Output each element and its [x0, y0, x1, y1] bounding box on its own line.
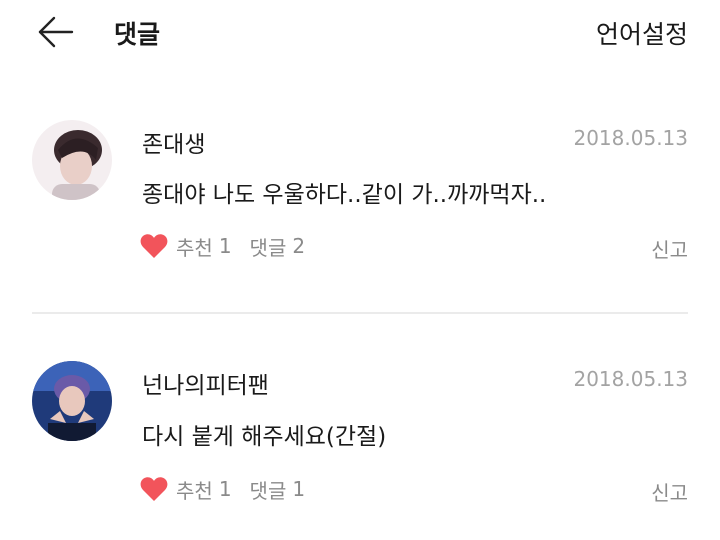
reply-button[interactable]: 댓글: [250, 475, 287, 504]
heart-icon[interactable]: [140, 476, 168, 502]
comment-item: 넌나의피터팬 2018.05.13 다시 붙게 해주세요(간절) 추천 1 댓글…: [0, 0, 720, 505]
like-label[interactable]: 추천: [176, 475, 213, 504]
comment-actions: 추천 1 댓글 1: [140, 474, 305, 504]
comment-date: 2018.05.13: [573, 367, 688, 391]
comment-username[interactable]: 넌나의피터팬: [142, 366, 269, 400]
divider: [32, 312, 688, 314]
avatar[interactable]: [32, 361, 112, 441]
reply-count: 1: [292, 477, 306, 501]
report-button[interactable]: 신고: [651, 477, 688, 506]
comment-text: 다시 붙게 해주세요(간절): [142, 424, 387, 450]
like-count: 1: [218, 477, 232, 501]
